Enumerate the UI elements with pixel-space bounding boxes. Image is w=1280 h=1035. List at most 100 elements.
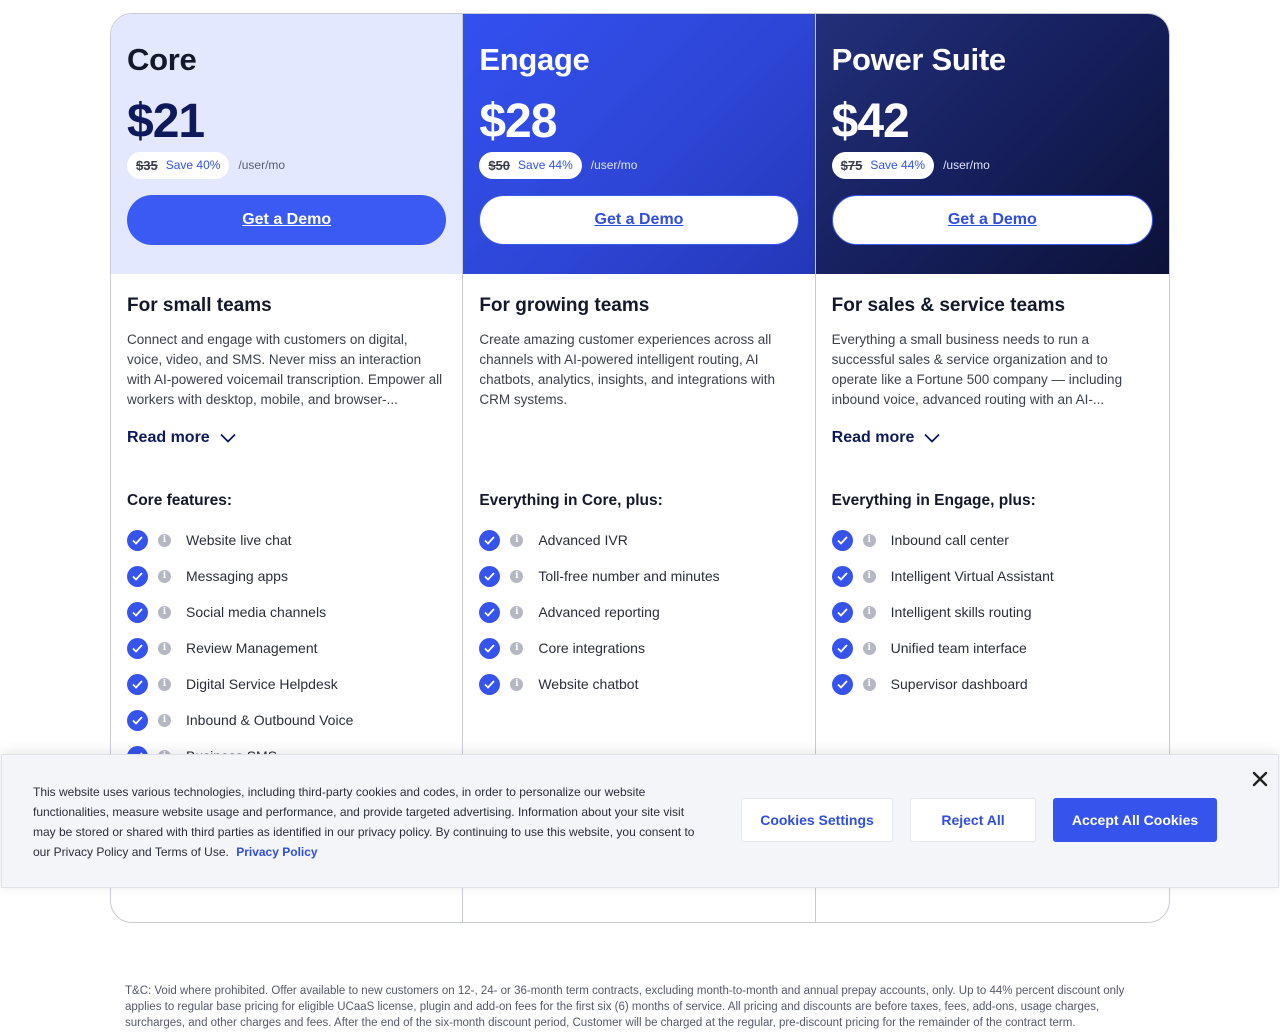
price-row: $35 Save 40% /user/mo bbox=[127, 151, 446, 179]
plan-body: For growing teams Create amazing custome… bbox=[463, 274, 814, 410]
get-demo-button[interactable]: Get a Demo bbox=[831, 195, 1153, 245]
get-demo-button[interactable]: Get a Demo bbox=[479, 195, 799, 245]
read-more-button[interactable]: Read more bbox=[127, 426, 446, 450]
price-unit: /user/mo bbox=[943, 158, 990, 172]
info-icon[interactable]: i bbox=[158, 641, 171, 655]
info-icon[interactable]: i bbox=[510, 605, 524, 619]
plan-description: Everything a small business needs to run… bbox=[831, 332, 1123, 407]
get-demo-button[interactable]: Get a Demo bbox=[127, 195, 447, 245]
info-icon[interactable]: i bbox=[510, 569, 524, 583]
cookie-message: This website uses various technologies, … bbox=[33, 785, 695, 859]
plan-header: Core $21 $35 Save 40% /user/mo Get a Dem… bbox=[111, 14, 463, 274]
feature-label: Website live chat bbox=[186, 532, 292, 548]
info-icon[interactable]: i bbox=[862, 569, 876, 583]
info-icon[interactable]: i bbox=[862, 533, 876, 547]
list-item: i Advanced IVR bbox=[479, 522, 719, 558]
cookies-settings-button[interactable]: Cookies Settings bbox=[741, 798, 893, 842]
reject-all-button[interactable]: Reject All bbox=[910, 798, 1036, 842]
info-icon[interactable]: i bbox=[862, 641, 876, 655]
read-more-button[interactable]: Read more bbox=[832, 426, 1153, 450]
privacy-policy-link[interactable]: Privacy Policy bbox=[236, 845, 317, 859]
info-icon[interactable]: i bbox=[862, 677, 876, 691]
check-icon bbox=[831, 673, 853, 695]
accept-all-cookies-button[interactable]: Accept All Cookies bbox=[1053, 798, 1217, 842]
plan-price: $21 bbox=[127, 95, 205, 148]
list-item: i Unified team interface bbox=[831, 630, 1054, 666]
check-icon bbox=[127, 673, 148, 695]
list-item: i Intelligent skills routing bbox=[831, 594, 1054, 630]
check-icon bbox=[831, 529, 853, 551]
list-item: i Intelligent Virtual Assistant bbox=[831, 558, 1054, 594]
check-icon bbox=[479, 565, 501, 587]
list-item: i Digital Service Helpdesk bbox=[127, 666, 353, 702]
info-icon[interactable]: i bbox=[862, 605, 876, 619]
list-item: i Inbound call center bbox=[831, 522, 1054, 558]
feature-label: Intelligent skills routing bbox=[890, 604, 1032, 620]
info-icon[interactable]: i bbox=[158, 569, 171, 583]
check-icon bbox=[127, 565, 148, 587]
info-icon[interactable]: i bbox=[510, 533, 524, 547]
feature-label: Social media channels bbox=[186, 604, 327, 620]
price-row: $75 Save 44% /user/mo bbox=[831, 151, 1153, 179]
plan-description: Create amazing customer experiences acro… bbox=[479, 332, 775, 407]
list-item: i Website chatbot bbox=[479, 666, 719, 702]
feature-label: Messaging apps bbox=[186, 568, 288, 584]
plan-name: Core bbox=[127, 42, 197, 77]
plan-price: $42 bbox=[831, 95, 910, 148]
feature-label: Core integrations bbox=[538, 640, 645, 656]
list-item: i Review Management bbox=[127, 630, 353, 666]
check-icon bbox=[479, 529, 501, 551]
discount-pill: $75 Save 44% bbox=[831, 151, 935, 179]
list-item: i Advanced reporting bbox=[479, 594, 719, 630]
feature-label: Unified team interface bbox=[890, 640, 1027, 656]
plan-tagline: For sales & service teams bbox=[831, 295, 1066, 316]
old-price: $35 bbox=[136, 157, 158, 173]
feature-label: Advanced IVR bbox=[538, 532, 628, 548]
features-title: Core features: bbox=[127, 492, 233, 509]
plan-price: $28 bbox=[479, 95, 557, 148]
check-icon bbox=[127, 601, 148, 623]
feature-label: Website chatbot bbox=[538, 676, 639, 692]
chevron-down-icon bbox=[220, 433, 236, 443]
close-icon[interactable] bbox=[1251, 770, 1269, 788]
discount-pill: $35 Save 40% bbox=[127, 151, 230, 179]
list-item: i Website live chat bbox=[127, 522, 353, 558]
feature-label: Review Management bbox=[186, 640, 318, 656]
save-label: Save 40% bbox=[165, 158, 221, 172]
cookie-text-block: This website uses various technologies, … bbox=[33, 782, 708, 862]
feature-list: i Inbound call center i Intelligent Virtua… bbox=[831, 522, 1054, 702]
info-icon[interactable]: i bbox=[158, 605, 171, 619]
plan-name: Engage bbox=[479, 42, 590, 77]
check-icon bbox=[479, 601, 501, 623]
discount-pill: $50 Save 44% bbox=[479, 151, 582, 179]
cookie-banner: This website uses various technologies, … bbox=[1, 754, 1279, 888]
info-icon[interactable]: i bbox=[158, 677, 171, 691]
list-item: i Inbound & Outbound Voice bbox=[127, 702, 353, 738]
check-icon bbox=[831, 637, 853, 659]
feature-label: Inbound call center bbox=[890, 532, 1009, 548]
chevron-down-icon bbox=[924, 433, 940, 443]
check-icon bbox=[127, 637, 148, 659]
feature-label: Digital Service Helpdesk bbox=[186, 676, 338, 692]
list-item: i Core integrations bbox=[479, 630, 719, 666]
price-unit: /user/mo bbox=[590, 158, 638, 172]
feature-label: Advanced reporting bbox=[538, 604, 660, 620]
terms-and-conditions: T&C: Void where prohibited. Offer availa… bbox=[125, 985, 1125, 1029]
feature-label: Intelligent Virtual Assistant bbox=[890, 568, 1054, 584]
old-price: $50 bbox=[488, 157, 511, 173]
feature-label: Inbound & Outbound Voice bbox=[186, 712, 354, 728]
plan-tagline: For growing teams bbox=[479, 295, 650, 316]
check-icon bbox=[479, 673, 501, 695]
list-item: i Social media channels bbox=[127, 594, 353, 630]
check-icon bbox=[831, 601, 853, 623]
info-icon[interactable]: i bbox=[158, 533, 171, 547]
price-unit: /user/mo bbox=[238, 158, 286, 172]
info-icon[interactable]: i bbox=[510, 641, 524, 655]
features-title: Everything in Engage, plus: bbox=[831, 492, 1036, 509]
plan-header: Engage $28 $50 Save 44% /user/mo Get a D… bbox=[463, 14, 815, 274]
features-title: Everything in Core, plus: bbox=[479, 492, 663, 509]
feature-list: i Website live chat i Messaging apps i Soci… bbox=[127, 522, 353, 774]
list-item: i Supervisor dashboard bbox=[831, 666, 1054, 702]
info-icon[interactable]: i bbox=[158, 713, 171, 727]
info-icon[interactable]: i bbox=[510, 677, 524, 691]
